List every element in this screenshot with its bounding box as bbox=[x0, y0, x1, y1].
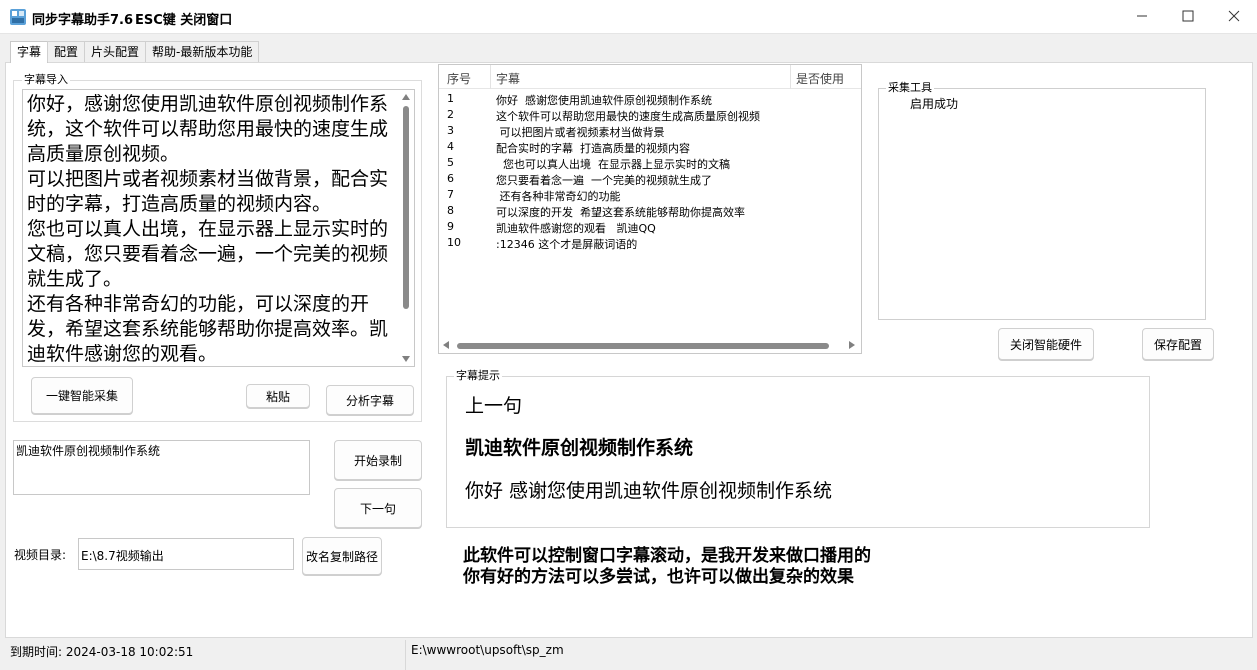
subtitle-import-text: 你好，感谢您使用凯迪软件原创视频制作系统，这个软件可以帮助您用最快的速度生成高质… bbox=[27, 93, 389, 365]
row-text: 凯迪软件感谢您的观看 凯迪QQ bbox=[496, 222, 656, 235]
collect-tool-group bbox=[878, 88, 1206, 320]
title-bar: 同步字幕助手7.6 ESC键 关闭窗口 bbox=[0, 0, 1257, 34]
column-header-used[interactable]: 是否使用 bbox=[796, 70, 844, 87]
row-number: 10 bbox=[447, 236, 461, 249]
row-number: 4 bbox=[447, 140, 454, 153]
window-title: 同步字幕助手7.6 bbox=[32, 13, 134, 28]
minimize-button[interactable] bbox=[1119, 0, 1165, 32]
analyze-subtitle-button[interactable]: 分析字幕 bbox=[326, 385, 414, 415]
scroll-down-icon[interactable] bbox=[402, 356, 410, 362]
table-row[interactable]: 3 可以把图片或者视频素材当做背景 bbox=[439, 123, 861, 139]
window-hint: ESC键 关闭窗口 bbox=[135, 13, 233, 28]
table-row[interactable]: 4 配合实时的字幕 打造高质量的视频内容 bbox=[439, 139, 861, 155]
status-expire-time: 到期时间: 2024-03-18 10:02:51 bbox=[10, 645, 194, 659]
row-number: 3 bbox=[447, 124, 454, 137]
collect-tool-status: 启用成功 bbox=[910, 97, 959, 111]
row-number: 1 bbox=[447, 92, 454, 105]
subtitle-hint-label: 字幕提示 bbox=[454, 369, 502, 382]
table-row[interactable]: 9 凯迪软件感谢您的观看 凯迪QQ bbox=[439, 219, 861, 235]
row-number: 9 bbox=[447, 220, 454, 233]
current-subtitle-input[interactable]: 凯迪软件原创视频制作系统 bbox=[13, 440, 310, 495]
row-number: 6 bbox=[447, 172, 454, 185]
table-row[interactable]: 1 你好 感谢您使用凯迪软件原创视频制作系统 bbox=[439, 91, 861, 107]
table-scroll-thumb[interactable] bbox=[457, 343, 829, 349]
table-row[interactable]: 10 :12346 这个才是屏蔽词语的 bbox=[439, 235, 861, 251]
scroll-left-icon[interactable] bbox=[443, 341, 449, 349]
column-header-subtitle[interactable]: 字幕 bbox=[496, 70, 520, 87]
collect-tool-label: 采集工具 bbox=[886, 81, 934, 94]
rename-copy-path-button[interactable]: 改名复制路径 bbox=[302, 537, 382, 575]
save-config-button[interactable]: 保存配置 bbox=[1142, 328, 1214, 360]
status-path: E:\wwwroot\upsoft\sp_zm bbox=[411, 643, 564, 657]
subtitle-hint-box: 上一句 凯迪软件原创视频制作系统 你好 感谢您使用凯迪软件原创视频制作系统 bbox=[446, 376, 1150, 528]
row-number: 2 bbox=[447, 108, 454, 121]
hint-current-line: 凯迪软件原创视频制作系统 bbox=[465, 437, 694, 459]
table-row[interactable]: 8 可以深度的开发 希望这套系统能够帮助你提高效率 bbox=[439, 203, 861, 219]
tab-help[interactable]: 帮助-最新版本功能 bbox=[145, 41, 260, 62]
auto-collect-button[interactable]: 一键智能采集 bbox=[31, 377, 133, 414]
tab-intro-config[interactable]: 片头配置 bbox=[84, 41, 147, 62]
tab-subtitle[interactable]: 字幕 bbox=[10, 41, 49, 63]
textarea-scroll-thumb[interactable] bbox=[403, 106, 409, 309]
scroll-right-icon[interactable] bbox=[849, 341, 855, 349]
row-text: 这个软件可以帮助您用最快的速度生成高质量原创视频 bbox=[496, 110, 760, 123]
row-number: 7 bbox=[447, 188, 454, 201]
note-line-2: 你有好的方法可以多尝试，也许可以做出复杂的效果 bbox=[463, 567, 854, 587]
hint-prev-label: 上一句 bbox=[465, 395, 523, 417]
table-row[interactable]: 2 这个软件可以帮助您用最快的速度生成高质量原创视频 bbox=[439, 107, 861, 123]
app-icon bbox=[10, 9, 26, 25]
table-row[interactable]: 7 还有各种非常奇幻的功能 bbox=[439, 187, 861, 203]
paste-button[interactable]: 粘贴 bbox=[246, 384, 310, 408]
subtitle-import-textarea[interactable]: 你好，感谢您使用凯迪软件原创视频制作系统，这个软件可以帮助您用最快的速度生成高质… bbox=[22, 89, 415, 367]
start-record-button[interactable]: 开始录制 bbox=[334, 440, 422, 480]
textarea-scrollbar[interactable] bbox=[398, 90, 414, 366]
maximize-icon bbox=[1182, 10, 1194, 22]
row-text: 还有各种非常奇幻的功能 bbox=[496, 190, 621, 203]
row-text: 配合实时的字幕 打造高质量的视频内容 bbox=[496, 142, 690, 155]
next-line-button[interactable]: 下一句 bbox=[334, 488, 422, 528]
tab-config[interactable]: 配置 bbox=[47, 41, 86, 62]
row-text: 可以深度的开发 希望这套系统能够帮助你提高效率 bbox=[496, 206, 745, 219]
video-dir-label: 视频目录: bbox=[14, 548, 67, 562]
maximize-button[interactable] bbox=[1165, 0, 1211, 32]
row-text: 您也可以真人出境 在显示器上显示实时的文稿 bbox=[496, 158, 730, 171]
column-header-no[interactable]: 序号 bbox=[447, 70, 471, 87]
subtitle-import-label: 字幕导入 bbox=[22, 73, 70, 86]
hint-next-line: 你好 感谢您使用凯迪软件原创视频制作系统 bbox=[465, 480, 833, 502]
scroll-up-icon[interactable] bbox=[402, 94, 410, 100]
row-number: 8 bbox=[447, 204, 454, 217]
video-dir-input[interactable]: E:\8.7视频输出 bbox=[78, 538, 294, 570]
table-header: 序号 字幕 是否使用 bbox=[439, 65, 861, 89]
close-hardware-button[interactable]: 关闭智能硬件 bbox=[998, 328, 1094, 360]
row-text: :12346 这个才是屏蔽词语的 bbox=[496, 238, 638, 251]
row-text: 可以把图片或者视频素材当做背景 bbox=[496, 126, 665, 139]
minimize-icon bbox=[1137, 15, 1147, 17]
row-text: 您只要看着念一遍 一个完美的视频就生成了 bbox=[496, 174, 712, 187]
status-separator bbox=[405, 640, 406, 670]
table-row[interactable]: 5 您也可以真人出境 在显示器上显示实时的文稿 bbox=[439, 155, 861, 171]
subtitle-table[interactable]: 序号 字幕 是否使用 1 你好 感谢您使用凯迪软件原创视频制作系统 2 这个软件可以… bbox=[438, 64, 862, 354]
table-row[interactable]: 6 您只要看着念一遍 一个完美的视频就生成了 bbox=[439, 171, 861, 187]
row-text: 你好 感谢您使用凯迪软件原创视频制作系统 bbox=[496, 94, 712, 107]
row-number: 5 bbox=[447, 156, 454, 169]
tab-strip: 字幕 配置 片头配置 帮助-最新版本功能 bbox=[10, 41, 260, 63]
close-button[interactable] bbox=[1211, 0, 1257, 32]
close-icon bbox=[1228, 10, 1240, 22]
table-hscrollbar[interactable] bbox=[439, 337, 861, 353]
